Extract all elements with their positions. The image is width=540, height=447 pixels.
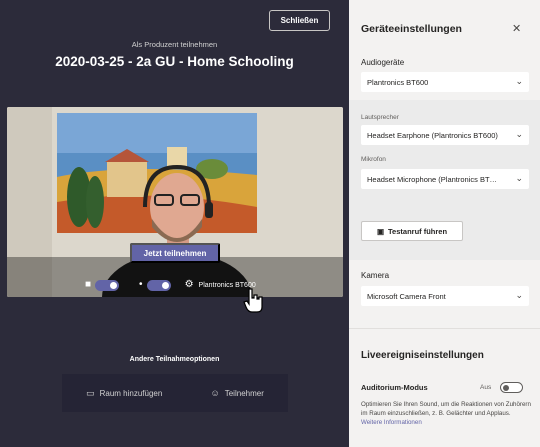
add-person-icon: ☺ bbox=[210, 388, 220, 398]
speaker-label: Lautsprecher bbox=[361, 114, 399, 121]
test-call-icon: ▣ bbox=[376, 226, 385, 236]
camera-toggle[interactable] bbox=[95, 279, 120, 291]
description-text: Optimieren Sie Ihren Sound, um die Reakt… bbox=[361, 401, 531, 417]
meeting-title: 2020-03-25 - 2a GU - Home Schooling bbox=[55, 54, 294, 69]
chevron-down-icon: ⌄ bbox=[515, 173, 523, 183]
camera-label: Kamera bbox=[361, 271, 390, 280]
live-event-settings-title: Liveereigniseinstellungen bbox=[361, 350, 484, 361]
add-room-label: Raum hinzufügen bbox=[99, 388, 163, 398]
gear-icon[interactable]: ⚙ bbox=[185, 280, 194, 290]
divider bbox=[349, 328, 540, 329]
speaker-select[interactable]: Headset Earphone (Plantronics BT600) ⌄ bbox=[361, 125, 529, 145]
close-icon[interactable]: ✕ bbox=[512, 22, 521, 35]
other-join-options-label: Andere Teilnahmeoptionen bbox=[129, 356, 220, 363]
camera-select[interactable]: Microsoft Camera Front ⌄ bbox=[361, 286, 529, 306]
test-call-button[interactable]: ▣ Testanruf führen bbox=[361, 221, 463, 241]
test-call-label: Testanruf führen bbox=[388, 226, 448, 236]
auditorium-description: Optimieren Sie Ihren Sound, um die Reakt… bbox=[361, 400, 531, 427]
speaker-value: Headset Earphone (Plantronics BT600) bbox=[367, 130, 498, 140]
chevron-down-icon: ⌄ bbox=[515, 76, 523, 86]
panel-title: Geräteeinstellungen bbox=[361, 23, 462, 35]
microphone-toggle[interactable] bbox=[146, 279, 171, 291]
join-now-button[interactable]: Jetzt teilnehmen bbox=[130, 243, 220, 263]
microphone-icon: • bbox=[139, 279, 143, 290]
mic-label: Mikrofon bbox=[361, 156, 386, 163]
join-options-bar: ▭ Raum hinzufügen ☺ Teilnehmer bbox=[62, 374, 288, 412]
camera-value: Microsoft Camera Front bbox=[367, 291, 446, 301]
auditorium-state-label: Aus bbox=[480, 384, 492, 391]
chevron-down-icon: ⌄ bbox=[515, 290, 523, 300]
mic-select[interactable]: Headset Microphone (Plantronics BT… ⌄ bbox=[361, 169, 529, 189]
hand-cursor-icon bbox=[243, 288, 263, 313]
camera-icon: ■ bbox=[85, 279, 92, 290]
video-frame-illustration bbox=[7, 107, 343, 297]
participants-button[interactable]: ☺ Teilnehmer bbox=[211, 388, 264, 398]
audio-devices-label: Audiogeräte bbox=[361, 58, 405, 67]
mic-value: Headset Microphone (Plantronics BT… bbox=[367, 174, 498, 184]
video-preview bbox=[7, 107, 343, 297]
audio-device-select[interactable]: Plantronics BT600 ⌄ bbox=[361, 72, 529, 92]
auditorium-mode-label: Auditorium-Modus bbox=[361, 383, 428, 392]
close-button[interactable]: Schließen bbox=[269, 10, 330, 31]
audio-device-value: Plantronics BT600 bbox=[367, 77, 429, 87]
auditorium-toggle[interactable] bbox=[500, 382, 523, 393]
producer-label: Als Produzent teilnehmen bbox=[131, 40, 218, 49]
participants-label: Teilnehmer bbox=[224, 388, 264, 398]
more-info-link[interactable]: Weitere Informationen bbox=[361, 419, 422, 426]
chevron-down-icon: ⌄ bbox=[515, 129, 523, 139]
screen-icon: ▭ bbox=[86, 387, 95, 398]
add-room-button[interactable]: ▭ Raum hinzufügen bbox=[86, 388, 162, 399]
